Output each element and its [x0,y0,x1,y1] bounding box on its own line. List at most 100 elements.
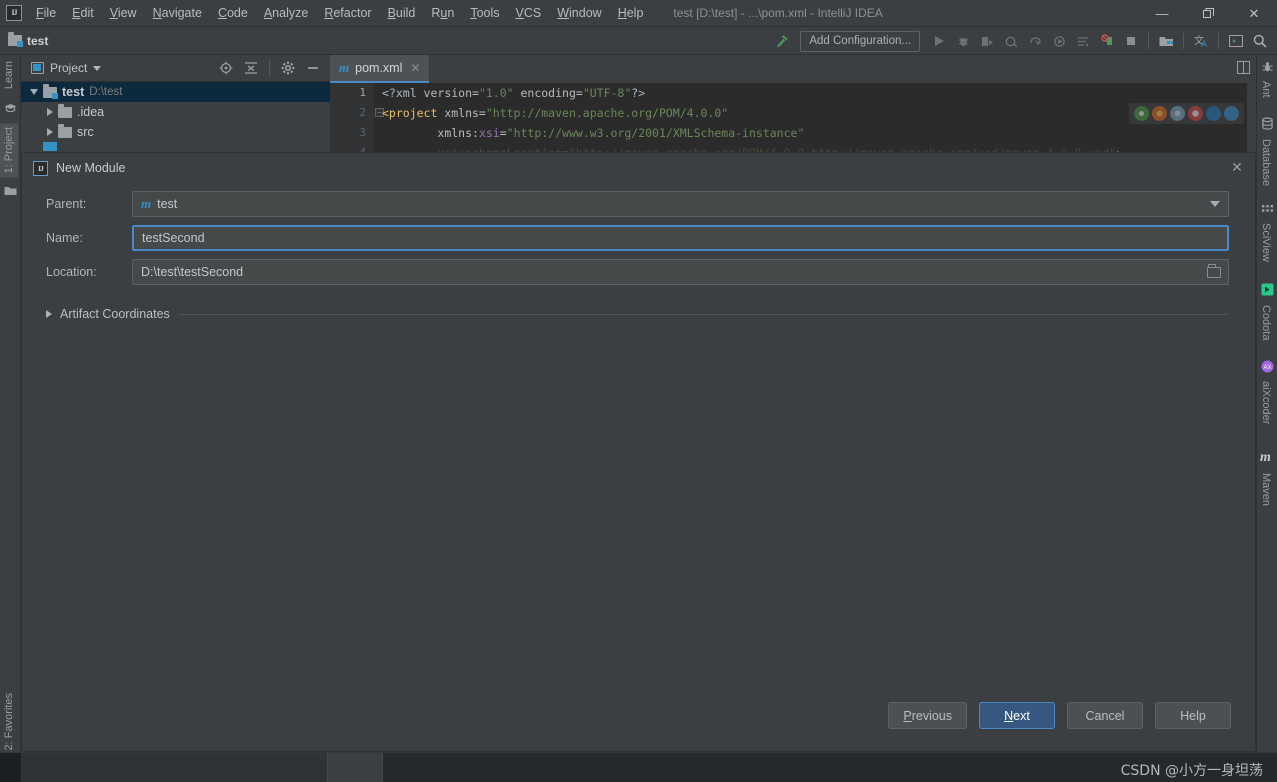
sidebar-item-ant[interactable]: Ant [1257,77,1275,102]
sidebar-item-database[interactable]: Database [1257,135,1275,190]
close-icon[interactable]: ✕ [1229,160,1245,176]
chevron-right-icon[interactable] [47,128,53,136]
line-number-gutter: 1 2 3 4 [330,83,374,160]
menu-item-edit[interactable]: Edit [64,2,102,24]
edge-icon[interactable] [1206,106,1221,121]
run-dashboard-icon[interactable] [1072,30,1094,52]
tree-row[interactable] [21,142,330,151]
field-row-name: Name: testSecond [22,225,1255,251]
parent-combobox[interactable]: m test [132,191,1229,217]
settings-gear-icon[interactable] [277,57,299,79]
codota-glyph [1261,283,1274,296]
project-structure-icon[interactable] [1155,30,1177,52]
chevron-down-icon[interactable] [93,65,102,71]
cancel-button[interactable]: Cancel [1067,702,1143,729]
editor-tab-pom-xml[interactable]: m pom.xml ✕ [330,55,430,83]
project-tool-window: Project test D:\test .idea src [21,55,330,160]
hide-panel-icon[interactable] [302,57,324,79]
menu-item-build[interactable]: Build [380,2,424,24]
menu-item-code[interactable]: Code [210,2,256,24]
sidebar-item-aixcoder-label: aiXcoder [1260,381,1272,425]
menu-item-file[interactable]: File [28,2,64,24]
chevron-right-icon[interactable] [47,108,53,116]
profiler-run-glyph [1053,35,1065,47]
chrome-icon[interactable] [1134,106,1149,121]
previous-button[interactable]: Previous [888,702,967,729]
next-button[interactable]: Next [979,702,1055,729]
maven-m-icon: m [339,60,350,75]
location-input[interactable]: D:\test\testSecond [132,259,1229,285]
chevron-expanded-icon[interactable] [30,89,38,95]
menu-item-vcs[interactable]: VCS [508,2,550,24]
ie-icon[interactable] [1224,106,1239,121]
project-panel-title[interactable]: Project [31,61,102,75]
stop-icon[interactable] [1120,30,1142,52]
firefox-icon[interactable] [1152,106,1167,121]
browser-preview-bar [1129,103,1244,124]
sidebar-item-sciview[interactable]: SciView [1257,219,1275,266]
help-button[interactable]: Help [1155,702,1231,729]
build-hammer-icon[interactable] [770,30,792,52]
collapse-all-icon[interactable] [240,57,262,79]
browse-folder-icon[interactable] [1207,263,1221,278]
app-logo-icon: IJ [6,5,22,21]
tree-row[interactable]: .idea [21,102,330,122]
taskbar-item[interactable] [328,753,383,782]
parent-label: Parent: [46,197,87,211]
navigation-toolbar: test Add Configuration... 文 A [0,27,1277,55]
maximize-icon[interactable] [1185,0,1231,27]
menu-item-run[interactable]: Run [423,2,462,24]
sidebar-item-maven[interactable]: Maven [1257,469,1275,510]
close-icon[interactable]: ✕ [1231,0,1277,27]
search-everywhere-icon[interactable] [1249,30,1271,52]
minimize-icon[interactable]: — [1139,0,1185,27]
location-label: Location: [46,265,97,279]
line-number: 1 [359,86,366,99]
close-icon[interactable]: ✕ [410,61,420,75]
artifact-coordinates-section[interactable]: Artifact Coordinates [22,307,1255,321]
run-with-profiler-icon[interactable] [1048,30,1070,52]
build-project-icon[interactable] [1096,30,1118,52]
menu-item-refactor[interactable]: Refactor [316,2,379,24]
opera-icon[interactable] [1188,106,1203,121]
editor-scrollbar[interactable] [1247,83,1256,160]
menu-item-analyze[interactable]: Analyze [256,2,316,24]
menu-item-window[interactable]: Window [549,2,609,24]
name-label: Name: [46,231,83,245]
add-configuration-button[interactable]: Add Configuration... [800,30,920,52]
tree-row[interactable]: test D:\test [21,82,330,102]
menu-item-navigate[interactable]: Navigate [145,2,210,24]
toolbar-separator-3 [1218,33,1219,49]
code-editor[interactable]: 1 2 3 4 − <?xml version="1.0" encoding="… [330,83,1256,160]
menu-item-view[interactable]: View [102,2,145,24]
sidebar-item-favorites[interactable]: 2: Favorites [0,689,18,754]
attach-icon[interactable] [1024,30,1046,52]
menu-item-tools[interactable]: Tools [462,2,507,24]
debug-icon[interactable] [952,30,974,52]
module-folder-icon [8,32,23,47]
chevron-down-icon[interactable] [1210,201,1220,207]
sidebar-item-project[interactable]: 1: Project [0,123,18,178]
minus-glyph [308,67,318,69]
translate-icon[interactable]: 文A [1190,30,1212,52]
sidebar-item-codota[interactable]: Codota [1257,301,1275,344]
chevron-right-icon[interactable] [46,310,52,318]
translate-glyph: 文A [1194,34,1207,48]
project-panel-title-label: Project [50,61,88,75]
run-icon[interactable] [928,30,950,52]
sidebar-item-aixcoder[interactable]: aiXcoder [1257,377,1275,428]
locate-icon[interactable] [215,57,237,79]
profile-icon[interactable] [1000,30,1022,52]
menu-item-help[interactable]: Help [610,2,652,24]
tree-row[interactable]: src [21,122,330,142]
taskbar-item[interactable] [21,753,328,782]
split-editor-icon[interactable] [1237,61,1250,77]
menu-bar: IJ File Edit View Navigate Code Analyze … [0,0,1277,27]
run-coverage-icon[interactable] [976,30,998,52]
sidebar-item-learn[interactable]: Learn [0,57,18,93]
terminal-icon[interactable] [1225,30,1247,52]
graduation-cap-glyph [4,104,17,113]
safari-icon[interactable] [1170,106,1185,121]
name-input[interactable]: testSecond [132,225,1229,251]
breadcrumb[interactable]: test [8,32,48,48]
